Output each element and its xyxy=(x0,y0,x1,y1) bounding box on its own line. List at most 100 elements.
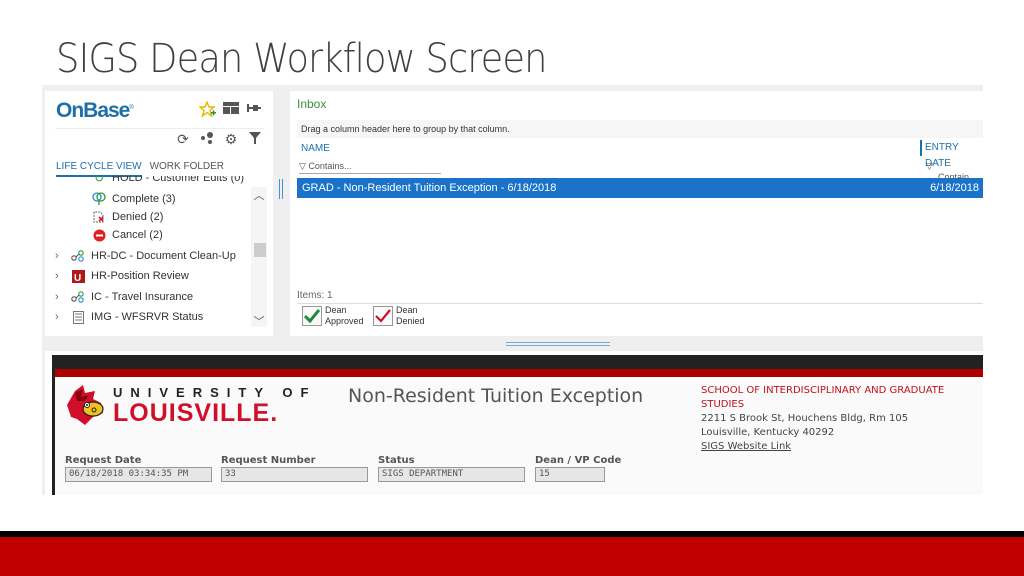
workflow-icon xyxy=(69,290,87,304)
favorite-add-icon[interactable] xyxy=(198,100,216,118)
tree-item-hr-dc[interactable]: › HR-DC - Document Clean-Up xyxy=(55,247,236,265)
column-header-entry-date[interactable]: ENTRY DATE xyxy=(920,140,983,169)
form-title: Non-Resident Tuition Exception xyxy=(348,385,644,407)
row-name: GRAD - Non-Resident Tuition Exception - … xyxy=(302,182,557,194)
tree-item-img-wfsrvr[interactable]: › IMG - WFSRVR Status xyxy=(55,308,203,326)
louisville-text: LOUISVILLE. xyxy=(113,398,279,427)
name-filter-input[interactable]: ▽ Contains... xyxy=(299,161,441,174)
school-name: SCHOOL OF INTERDISCIPLINARY AND GRADUATE xyxy=(701,385,945,396)
tree-item-ic-travel[interactable]: › IC - Travel Insurance xyxy=(55,288,193,306)
document-icon xyxy=(69,310,87,324)
chevron-right-icon[interactable]: › xyxy=(55,291,69,303)
request-date-label: Request Date xyxy=(65,455,142,466)
scrollbar-thumb[interactable] xyxy=(254,243,266,257)
onbase-logo-text: OnBase xyxy=(56,99,130,122)
tab-life-cycle-view[interactable]: LIFE CYCLE VIEW xyxy=(56,161,142,177)
tree-item-label: IMG - WFSRVR Status xyxy=(91,311,204,323)
footer-red-bar xyxy=(0,537,1024,576)
workflow-navigation-panel: OnBase® ⟳ ⚙ LIFE CYCLE VIEW WORK FOLDER … xyxy=(45,91,273,336)
filter-icon[interactable] xyxy=(247,131,263,147)
checkmark-green-icon xyxy=(302,306,322,326)
filter-icon: ▽ xyxy=(299,161,309,171)
school-name-cont: STUDIES xyxy=(701,399,745,410)
dean-denied-button[interactable]: Dean Denied xyxy=(373,305,425,327)
items-divider xyxy=(297,303,983,304)
refresh-icon[interactable]: ⟳ xyxy=(175,131,191,147)
vertical-splitter[interactable] xyxy=(279,179,283,199)
gear-icon[interactable]: ⚙ xyxy=(223,131,239,147)
filter-icon: ▽ xyxy=(926,161,933,171)
unity-form-viewer: UNIVERSITY OF LOUISVILLE. Non-Resident T… xyxy=(45,351,983,495)
address-line-1: 2211 S Brook St, Houchens Bldg, Rm 105 xyxy=(701,413,909,424)
onbase-screenshot: OnBase® ⟳ ⚙ LIFE CYCLE VIEW WORK FOLDER … xyxy=(42,85,983,495)
panel-toolbar: ⟳ ⚙ xyxy=(175,131,263,147)
life-cycle-tree: ↻ HOLD - Customer Edits (0) Complete (3)… xyxy=(45,176,255,334)
registered-mark: ® xyxy=(129,105,134,111)
tree-item-label: HOLD - Customer Edits (0) xyxy=(112,176,245,184)
dean-vp-code-field: Dean / VP Code 15 xyxy=(535,455,621,482)
request-date-field: Request Date 06/18/2018 03:34:35 PM xyxy=(65,455,212,482)
tree-item-label: HR-Position Review xyxy=(91,270,189,282)
tree-item-label: Complete (3) xyxy=(112,193,176,205)
tree-item-label: Cancel (2) xyxy=(112,229,163,241)
workflow-icon xyxy=(69,249,87,263)
tree-scrollbar[interactable]: ︿ ﹀ xyxy=(251,187,267,328)
tree-item-hold[interactable]: ↻ HOLD - Customer Edits (0) xyxy=(90,176,244,187)
dean-denied-label: Dean Denied xyxy=(396,305,425,326)
denied-icon xyxy=(90,210,108,224)
chevron-right-icon[interactable]: › xyxy=(55,311,69,323)
form-top-bar xyxy=(55,355,983,369)
dean-vp-code-label: Dean / VP Code xyxy=(535,455,622,466)
tree-item-complete[interactable]: Complete (3) xyxy=(90,190,176,208)
unity-form-icon: U xyxy=(69,269,87,283)
checkmark-red-icon xyxy=(373,306,393,326)
tree-item-label: Denied (2) xyxy=(112,211,164,223)
inbox-title: Inbox xyxy=(297,97,327,111)
filter-placeholder: Contains... xyxy=(308,161,352,171)
inbox-panel: Inbox Drag a column header here to group… xyxy=(290,91,983,336)
tree-item-label: IC - Travel Insurance xyxy=(91,291,194,303)
view-tabs: LIFE CYCLE VIEW WORK FOLDER xyxy=(56,161,224,177)
horizontal-splitter[interactable] xyxy=(506,342,610,346)
dean-approved-button[interactable]: Dean Approved xyxy=(302,305,364,327)
request-date-input[interactable]: 06/18/2018 03:34:35 PM xyxy=(65,467,212,482)
request-number-field: Request Number 33 xyxy=(221,455,368,482)
slide-title: SIGS Dean Workflow Screen xyxy=(56,36,547,82)
status-field: Status SIGS DEPARTMENT xyxy=(378,455,525,482)
share-icon[interactable] xyxy=(199,131,215,147)
sigs-website-link[interactable]: SIGS Website Link xyxy=(701,440,944,454)
status-input[interactable]: SIGS DEPARTMENT xyxy=(378,467,525,482)
request-number-input[interactable]: 33 xyxy=(221,467,368,482)
layout-icon[interactable] xyxy=(223,101,239,117)
tree-item-denied[interactable]: Denied (2) xyxy=(90,208,163,226)
panel-header-icons xyxy=(198,100,263,118)
group-by-bar[interactable]: Drag a column header here to group by th… xyxy=(297,120,983,138)
form-frame: UNIVERSITY OF LOUISVILLE. Non-Resident T… xyxy=(52,355,983,495)
tree-item-label: HR-DC - Document Clean-Up xyxy=(91,250,236,262)
dean-approved-label: Dean Approved xyxy=(325,305,364,326)
chevron-up-icon[interactable]: ︿ xyxy=(251,187,267,202)
chevron-right-icon[interactable]: › xyxy=(55,250,69,262)
tree-item-cancel[interactable]: Cancel (2) xyxy=(90,226,163,244)
complete-icon xyxy=(90,192,108,206)
chevron-down-icon[interactable]: ﹀ xyxy=(251,313,267,328)
form-red-bar xyxy=(55,369,983,377)
cardinal-icon xyxy=(67,385,104,425)
items-count: Items: 1 xyxy=(297,290,333,301)
school-info: SCHOOL OF INTERDISCIPLINARY AND GRADUATE… xyxy=(701,384,944,454)
header-divider xyxy=(55,128,265,129)
request-number-label: Request Number xyxy=(221,455,316,466)
slide: SIGS Dean Workflow Screen OnBase® ⟳ ⚙ LI… xyxy=(0,0,1024,576)
tree-item-hr-position-review[interactable]: › U HR-Position Review xyxy=(55,267,189,285)
pin-icon[interactable] xyxy=(247,101,263,117)
status-label: Status xyxy=(378,455,415,466)
dean-vp-code-input[interactable]: 15 xyxy=(535,467,605,482)
address-line-2: Louisville, Kentucky 40292 xyxy=(701,427,835,438)
chevron-right-icon[interactable]: › xyxy=(55,270,69,282)
onbase-logo: OnBase® xyxy=(56,99,134,123)
table-row[interactable]: GRAD - Non-Resident Tuition Exception - … xyxy=(297,178,983,198)
university-of-text: UNIVERSITY OF xyxy=(113,384,317,400)
column-header-name[interactable]: NAME xyxy=(301,143,330,154)
row-entry-date: 6/18/2018 xyxy=(930,182,979,194)
tab-work-folder[interactable]: WORK FOLDER xyxy=(150,161,224,177)
